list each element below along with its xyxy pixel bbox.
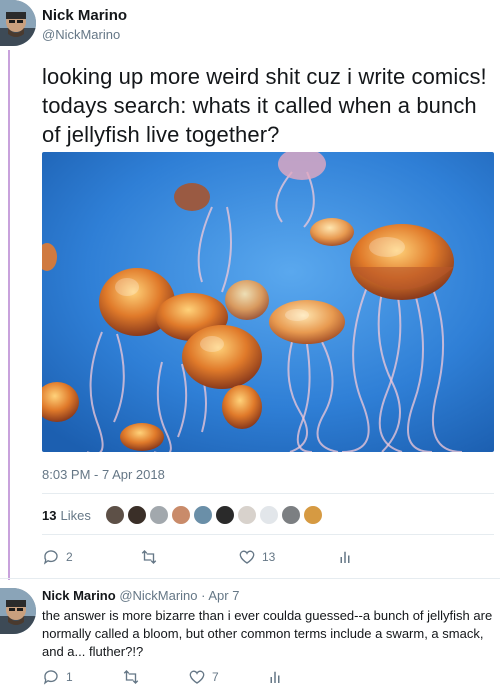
reply-count: 2 [66,550,73,564]
reply-icon [43,550,58,565]
retweet-button[interactable] [140,548,238,566]
divider [42,534,494,535]
liker-avatar[interactable] [214,505,235,525]
liker-avatar[interactable] [126,505,147,525]
tweet-actions: 2 13 [42,547,360,567]
reply-author-avatar[interactable] [0,588,36,634]
reply-author-name[interactable]: Nick Marino [42,588,116,603]
thread-connector-line [8,50,10,580]
author-name[interactable]: Nick Marino [42,7,127,24]
like-button[interactable]: 7 [188,668,266,686]
author-handle[interactable]: @NickMarino [42,27,120,42]
reply-author-handle[interactable]: @NickMarino [119,588,197,603]
likes-row[interactable]: 13 Likes [42,503,325,527]
reply-count: 1 [66,670,73,684]
analytics-button[interactable] [266,668,290,686]
like-icon [239,550,255,564]
reply-icon [43,670,58,685]
liker-avatar[interactable] [280,505,301,525]
liker-avatar[interactable] [192,505,213,525]
retweet-icon [141,550,157,564]
likes-label: Likes [60,507,91,523]
retweet-button[interactable] [122,668,188,686]
likes-count: 13 [42,507,57,523]
reply-text: the answer is more bizarre than i ever c… [42,608,493,659]
like-button[interactable]: 13 [238,548,336,566]
like-icon [189,670,205,684]
analytics-icon [340,551,350,563]
liker-avatar[interactable] [302,505,323,525]
like-count: 7 [212,670,219,684]
analytics-button[interactable] [336,548,360,566]
tweet-timestamp[interactable]: 8:03 PM - 7 Apr 2018 [42,467,165,482]
tweet-text: looking up more weird shit cuz i write c… [42,64,487,147]
analytics-icon [270,671,280,683]
author-avatar[interactable] [0,0,36,46]
divider [0,578,500,579]
reply-actions: 1 7 [42,667,290,687]
like-count: 13 [262,550,276,564]
divider [42,493,494,494]
liker-avatar[interactable] [104,505,125,525]
liker-avatar[interactable] [148,505,169,525]
reply-button[interactable]: 1 [42,668,122,686]
retweet-icon [123,670,139,684]
jellyfish-photo-illustration [42,152,494,452]
liker-avatar[interactable] [258,505,279,525]
liker-avatar[interactable] [170,505,191,525]
reply-date[interactable]: · Apr 7 [201,588,239,603]
reply-header: Nick Marino @NickMarino · Apr 7 [42,588,239,603]
tweet-photo[interactable] [42,152,494,452]
liker-avatar[interactable] [236,505,257,525]
reply-button[interactable]: 2 [42,548,140,566]
